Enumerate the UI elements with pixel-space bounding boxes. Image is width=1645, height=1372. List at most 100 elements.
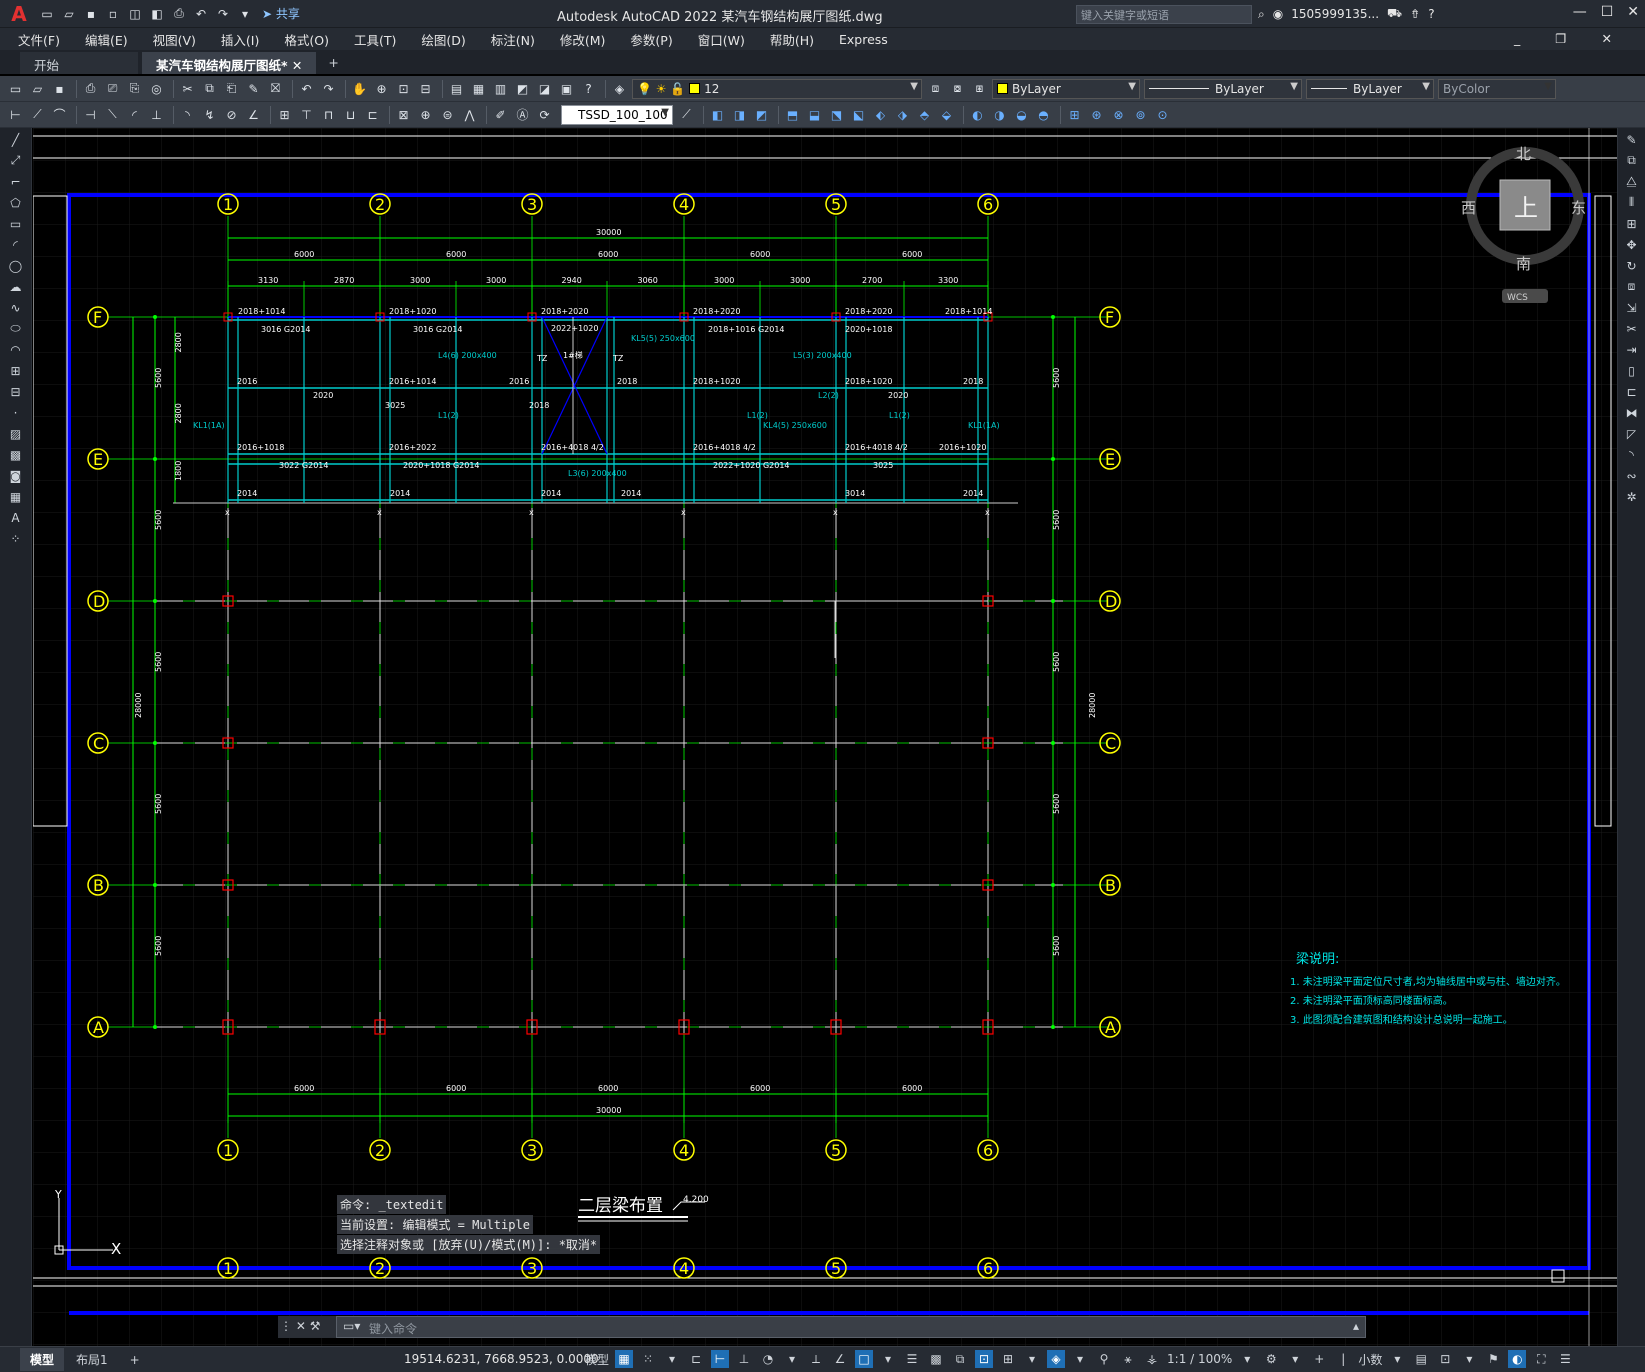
add-selected-icon[interactable]: ⁘ [6, 529, 26, 548]
dim-radius-icon[interactable]: ◝ [178, 106, 197, 124]
revolve-icon[interactable]: ⬓ [805, 106, 824, 124]
sheet-set-icon[interactable]: ◩ [513, 80, 532, 98]
transparency-icon[interactable]: ▩ [927, 1350, 945, 1368]
ortho-icon[interactable]: ⊥ [735, 1350, 753, 1368]
region-icon[interactable]: ◙ [6, 466, 26, 485]
dim-diag-icon[interactable]: ⟍ [103, 106, 122, 124]
explode-icon[interactable]: ✲ [1622, 487, 1642, 506]
menu-insert[interactable]: 插入(I) [221, 30, 259, 49]
menu-parametric[interactable]: 参数(P) [630, 30, 672, 49]
selection-cycling-icon[interactable]: ⧉ [951, 1350, 969, 1368]
share-button[interactable]: ➤ 共享 [262, 5, 300, 22]
osnap-icon[interactable]: □ [855, 1350, 874, 1368]
units-dropdown-icon[interactable]: ▾ [1388, 1350, 1406, 1368]
open-icon[interactable]: ▱ [28, 80, 47, 98]
mtext-icon[interactable]: A [6, 508, 26, 527]
plot-icon[interactable]: ⎙ [170, 6, 188, 22]
maximize-icon[interactable]: ☐ [1601, 4, 1614, 20]
presspull-icon[interactable]: ⬖ [871, 106, 890, 124]
selection-filter-icon[interactable]: ▾ [1023, 1350, 1041, 1368]
cart-icon[interactable]: ⛟ [1387, 6, 1402, 22]
tool-palette-icon[interactable]: ▥ [491, 80, 510, 98]
3d-move-icon[interactable]: ⊞ [1065, 106, 1084, 124]
help-button[interactable]: ? [1428, 7, 1434, 21]
inspect-icon[interactable]: ⊜ [438, 106, 457, 124]
open-file-icon[interactable]: ▱ [60, 6, 78, 22]
undo-tb-icon[interactable]: ↶ [297, 80, 316, 98]
quick-properties-icon[interactable]: ▤ [1412, 1350, 1430, 1368]
lineweight-toggle-icon[interactable]: ☰ [903, 1350, 921, 1368]
block-icon[interactable]: ⛝ [266, 80, 285, 98]
isodraft-icon[interactable]: ⟂ [807, 1350, 825, 1368]
center-mark-icon[interactable]: ⊕ [416, 106, 435, 124]
globe-icon[interactable]: ◎ [147, 80, 166, 98]
offset-icon[interactable]: ⫴ [1622, 193, 1642, 212]
compass-north[interactable]: 北 [1516, 145, 1531, 163]
menu-modify[interactable]: 修改(M) [560, 30, 606, 49]
dim-ordinate-icon[interactable]: ⊥ [147, 106, 166, 124]
trim-icon[interactable]: ✂ [1622, 319, 1642, 338]
web-save-icon[interactable]: ◧ [148, 6, 166, 22]
scale-icon[interactable]: ⧈ [1622, 277, 1642, 296]
grid-toggle-icon[interactable]: ▦ [615, 1350, 634, 1368]
mirror-icon[interactable]: ⧋ [1622, 172, 1642, 191]
tab-model[interactable]: 模型 [20, 1348, 65, 1371]
solid-subtract-icon[interactable]: ◩ [752, 106, 771, 124]
lineweight-dropdown[interactable]: ByLayer ▼ [1306, 78, 1434, 99]
layer-states-icon[interactable]: ⧆ [970, 80, 989, 98]
tab-layout1[interactable]: 布局1 [66, 1348, 118, 1371]
slice-icon[interactable]: ⬗ [893, 106, 912, 124]
polyline-icon[interactable]: ⌐ [6, 172, 26, 191]
erase-icon[interactable]: ✎ [1622, 130, 1642, 149]
3d-mirror-icon[interactable]: ⊙ [1153, 106, 1172, 124]
menu-window[interactable]: 窗口(W) [698, 30, 745, 49]
gizmo-dropdown-icon[interactable]: ▾ [1071, 1350, 1089, 1368]
spline-icon[interactable]: ∿ [6, 298, 26, 317]
polar-dropdown-icon[interactable]: ▾ [783, 1350, 801, 1368]
match-icon[interactable]: ✎ [244, 80, 263, 98]
auto-scale-icon[interactable]: ⚹ [1119, 1350, 1137, 1368]
dimtedit-icon[interactable]: Ⓐ [513, 106, 532, 124]
cmd-prompt-icon[interactable]: ▭▾ [343, 1319, 360, 1333]
note-1[interactable]: 1. 未注明梁平面定位尺寸者,均为轴线居中或与柱、墙边对齐。 [1290, 975, 1566, 988]
markup-icon[interactable]: ◪ [535, 80, 554, 98]
revcloud-icon[interactable]: ☁ [6, 277, 26, 296]
arc-icon[interactable]: ◜ [6, 235, 26, 254]
break-icon[interactable]: ⊏ [363, 106, 382, 124]
doc-minimize-icon[interactable]: _ [1514, 31, 1520, 46]
tab-start[interactable]: 开始 [20, 52, 138, 74]
annotation-scale-icon[interactable]: ⚶ [1143, 1350, 1161, 1368]
linetype-dropdown[interactable]: ByLayer ▼ [1144, 78, 1302, 99]
dynamic-ucs-icon[interactable]: ⊞ [999, 1350, 1017, 1368]
drawing-svg[interactable]: 30000 6000 6000 6000 6000 6000 3130 2870 3000 300… [33, 128, 1617, 1348]
solid-union-icon[interactable]: ◨ [730, 106, 749, 124]
cmd-recent-icon[interactable]: ▴ [1353, 1319, 1359, 1333]
ellipse-icon[interactable]: ⬭ [6, 319, 26, 338]
fillet-icon[interactable]: ◝ [1622, 445, 1642, 464]
quick-dim-icon[interactable]: ⊞ [275, 106, 294, 124]
3d-array-icon[interactable]: ⊚ [1131, 106, 1150, 124]
doc-restore-icon[interactable]: ❐ [1555, 31, 1566, 46]
dimedit-icon[interactable]: ✐ [491, 106, 510, 124]
model-space-label[interactable]: 模型 [585, 1351, 609, 1368]
table-icon[interactable]: ▦ [6, 487, 26, 506]
infer-constraints-icon[interactable]: ⊏ [687, 1350, 705, 1368]
menu-format[interactable]: 格式(O) [284, 30, 329, 49]
point-icon[interactable]: · [6, 403, 26, 422]
dim-arc-icon[interactable]: ◜ [125, 106, 144, 124]
cmd-customize-icon[interactable]: ⚒ [310, 1319, 321, 1333]
extrude-icon[interactable]: ⬒ [783, 106, 802, 124]
help-tb-icon[interactable]: ? [579, 80, 598, 98]
save-as-icon[interactable]: ▫ [104, 6, 122, 22]
units-value[interactable]: 小数 [1358, 1351, 1382, 1368]
construction-line-icon[interactable]: ⤢ [6, 151, 26, 170]
layer-manager-icon[interactable]: ◈ [610, 80, 629, 98]
tab-drawing[interactable]: 某汽车钢结构展厅图纸* ✕ [142, 52, 317, 74]
polygon-icon[interactable]: ⬠ [6, 193, 26, 212]
dim-h-icon[interactable]: ⊣ [81, 106, 100, 124]
search-input[interactable]: 键入关键字或短语 [1076, 5, 1252, 24]
insert-block-icon[interactable]: ⊞ [6, 361, 26, 380]
print-icon[interactable]: ⎙ [81, 80, 100, 98]
notes-title[interactable]: 梁说明: [1296, 952, 1339, 967]
new-icon[interactable]: ▭ [6, 80, 25, 98]
